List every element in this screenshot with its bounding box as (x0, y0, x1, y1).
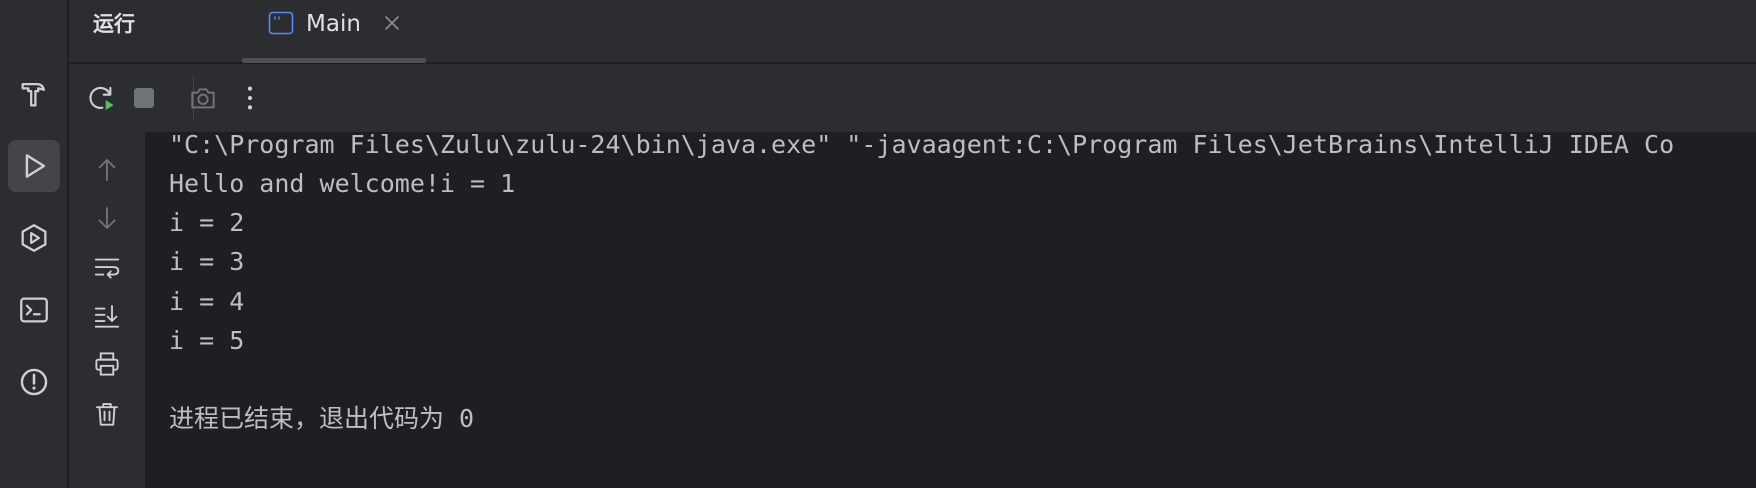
stop-button[interactable] (124, 78, 164, 118)
soft-wrap-button[interactable] (87, 247, 127, 287)
camera-icon (191, 88, 215, 109)
run-tool-button[interactable] (8, 140, 60, 192)
close-icon[interactable] (382, 13, 402, 33)
more-vertical-icon (247, 86, 253, 110)
printer-icon (95, 352, 119, 376)
scroll-down-button[interactable] (87, 198, 127, 238)
tool-window-stripe (0, 0, 68, 488)
console-line: i = 2 (169, 208, 245, 237)
screenshot-button[interactable] (183, 78, 223, 118)
tool-window-title: 运行 (93, 12, 135, 36)
services-tool-button[interactable] (8, 212, 60, 264)
tab-main[interactable]: Main (242, 0, 426, 63)
console-line: Hello and welcome!i = 1 (169, 169, 516, 198)
terminal-tool-button[interactable] (8, 284, 60, 336)
scroll-to-end-icon (94, 305, 120, 328)
build-tool-button[interactable] (8, 68, 60, 120)
arrow-up-icon (98, 159, 116, 181)
console-exit-line: 进程已结束，退出代码为 0 (169, 404, 475, 433)
tab-main-label: Main (306, 11, 361, 37)
hexagon-play-icon (21, 224, 47, 252)
trash-icon (96, 403, 118, 426)
rerun-icon (89, 86, 114, 110)
run-toolbar (69, 64, 1756, 132)
exclamation-circle-icon (20, 368, 48, 396)
problems-tool-button[interactable] (8, 356, 60, 408)
soft-wrap-icon (94, 258, 120, 279)
hammer-icon (21, 82, 46, 107)
console-line: i = 5 (169, 326, 245, 355)
console-actions-gutter (69, 132, 145, 488)
scroll-up-button[interactable] (87, 150, 127, 190)
tab-selected-indicator (242, 58, 426, 63)
console-window-icon (268, 11, 294, 35)
console-line: i = 4 (169, 287, 245, 316)
more-actions-button[interactable] (230, 78, 270, 118)
console-line: "C:\Program Files\Zulu\zulu-24\bin\java.… (169, 132, 1675, 159)
console-line: i = 3 (169, 247, 245, 276)
play-icon (25, 154, 46, 178)
stop-icon (134, 88, 154, 108)
terminal-icon (20, 297, 48, 323)
clear-all-button[interactable] (87, 394, 127, 434)
run-tool-window-header: 运行 Main (69, 0, 1756, 63)
console-output[interactable]: "C:\Program Files\Zulu\zulu-24\bin\java.… (145, 132, 1756, 488)
scroll-to-end-button[interactable] (87, 296, 127, 336)
rerun-button[interactable] (81, 78, 121, 118)
print-button[interactable] (87, 344, 127, 384)
arrow-down-icon (98, 207, 116, 229)
